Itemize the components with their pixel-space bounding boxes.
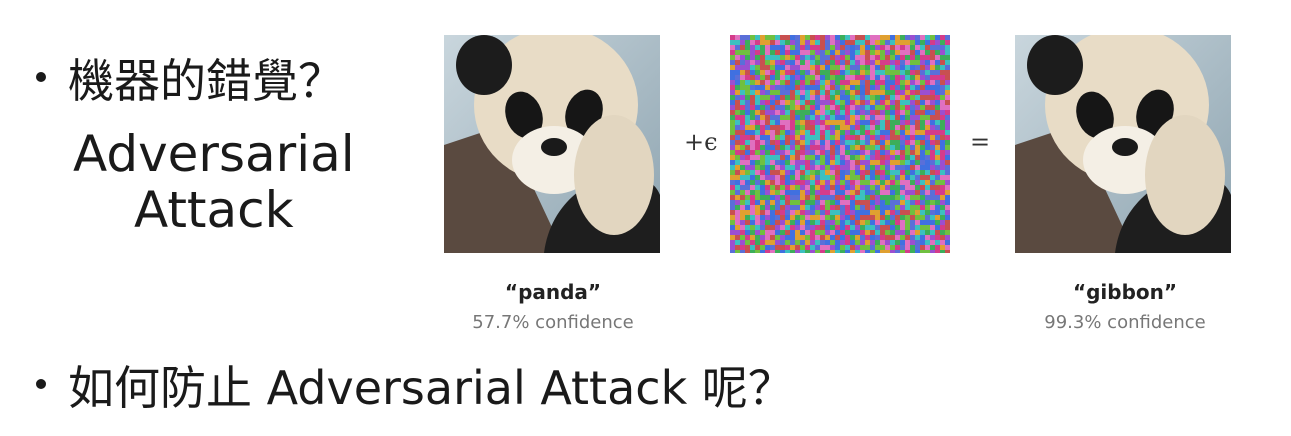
plus-epsilon: +ϵ — [684, 128, 718, 156]
panda-image — [444, 35, 660, 253]
bullet-text: 機器的錯覺？ — [68, 54, 344, 108]
adversarial-word: Adversarial — [73, 125, 355, 183]
bullet-defense-question: 如何防止 Adversarial Attack 呢？ — [36, 365, 794, 411]
perturbed-panda-image — [1015, 35, 1231, 253]
equals-sign: = — [970, 128, 991, 156]
gibbon-confidence: 99.3% confidence — [1044, 312, 1206, 333]
adversarial-attack-label: Adversarial Attack — [73, 126, 355, 238]
panda-confidence: 57.7% confidence — [472, 312, 634, 333]
attack-word: Attack — [134, 181, 294, 239]
panda-caption: “panda” 57.7% confidence — [443, 280, 663, 333]
noise-image — [730, 35, 950, 253]
gibbon-label: “gibbon” — [1072, 280, 1178, 304]
panda-label: “panda” — [504, 280, 602, 304]
bullet-dot — [36, 71, 46, 82]
bullet-text: 如何防止 Adversarial Attack 呢？ — [68, 361, 794, 415]
gibbon-caption: “gibbon” 99.3% confidence — [1015, 280, 1235, 333]
bullet-dot — [36, 378, 46, 389]
bullet-machine-illusion: 機器的錯覺？ — [36, 58, 344, 104]
